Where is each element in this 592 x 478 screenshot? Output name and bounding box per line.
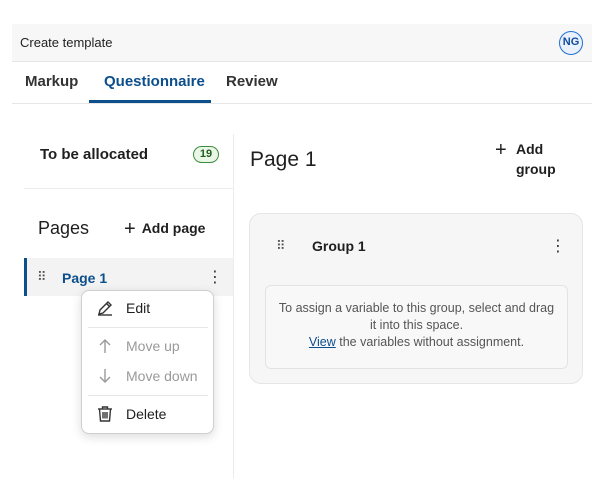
arrow-up-icon (99, 339, 111, 353)
menu-item-edit[interactable]: Edit (82, 295, 213, 323)
tab-questionnaire[interactable]: Questionnaire (104, 73, 205, 90)
pages-title: Pages (38, 218, 90, 238)
menu-item-label: Edit (126, 300, 151, 316)
drag-handle-icon[interactable]: ⠿ (276, 238, 285, 254)
menu-item-label: Move down (126, 368, 198, 384)
plus-icon: + (124, 218, 136, 240)
pencil-icon (98, 301, 112, 316)
plus-icon: + (495, 139, 507, 161)
active-tab-indicator (89, 100, 211, 103)
add-group-label-line1: Add (516, 141, 544, 157)
menu-item-label: Delete (126, 406, 167, 422)
divider (24, 188, 234, 189)
kebab-menu-icon[interactable]: ⋮ (207, 267, 223, 287)
menu-item-label: Move up (126, 338, 180, 354)
to-be-allocated-label[interactable]: To be allocated (40, 146, 148, 163)
menu-item-move-up[interactable]: Move up (82, 333, 213, 361)
arrow-down-icon (99, 369, 111, 383)
trash-icon (98, 406, 112, 422)
menu-item-delete[interactable]: Delete (82, 401, 213, 429)
group-drop-zone[interactable]: To assign a variable to this group, sele… (265, 285, 568, 369)
drop-hint-text: To assign a variable to this group, sele… (278, 301, 555, 332)
view-link-suffix: the variables without assignment. (335, 335, 525, 349)
panel-divider (233, 134, 234, 478)
add-page-label: Add page (141, 220, 206, 236)
group-card: ⠿ Group 1 ⋮ To assign a variable to this… (249, 213, 583, 384)
add-page-button[interactable]: + Add page (124, 218, 205, 241)
page-context-menu: Edit Move up Move down Delete (81, 290, 214, 434)
avatar[interactable]: NG (559, 31, 583, 55)
tab-markup[interactable]: Markup (25, 73, 78, 90)
app-title: Create template (20, 35, 113, 50)
kebab-menu-icon[interactable]: ⋮ (550, 236, 566, 256)
menu-divider (88, 395, 208, 396)
top-bar: Create template NG (12, 24, 592, 62)
to-be-allocated-count-badge: 19 (193, 146, 219, 163)
page-item-label: Page 1 (62, 270, 108, 286)
menu-divider (88, 327, 208, 328)
view-unassigned-link[interactable]: View (309, 335, 336, 349)
add-group-label-line2: group (516, 161, 556, 177)
menu-item-move-down[interactable]: Move down (82, 363, 213, 391)
group-name: Group 1 (312, 238, 366, 254)
page-title: Page 1 (250, 148, 317, 171)
tab-review[interactable]: Review (226, 73, 278, 90)
drag-handle-icon[interactable]: ⠿ (37, 269, 46, 285)
tab-bar: Markup Questionnaire Review (12, 62, 592, 104)
